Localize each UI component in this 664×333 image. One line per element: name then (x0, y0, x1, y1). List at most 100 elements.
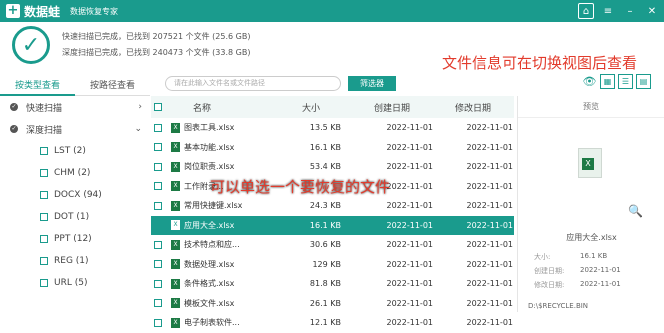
table-row[interactable]: X 技术特点和应... 30.6 KB 2022-11-01 2022-11-01 (151, 235, 514, 255)
file-name: 岗位职责.xlsx (184, 162, 235, 172)
excel-file-icon: X (171, 317, 180, 328)
checkbox[interactable] (40, 191, 48, 199)
detail-view-icon[interactable]: ▤ (636, 74, 651, 89)
col-name[interactable]: 名称 (171, 101, 281, 114)
file-name: 应用大全.xlsx (184, 220, 235, 230)
view-tabs: 按类型查看 按路径查看 (0, 78, 150, 96)
file-size: 129 KB (312, 259, 341, 269)
excel-file-icon: X (171, 220, 180, 231)
col-modified[interactable]: 修改日期 (433, 101, 513, 114)
file-name: 数据处理.xlsx (184, 259, 235, 269)
tree-item-ppt[interactable]: PPT (12) (0, 228, 150, 250)
tab-by-type[interactable]: 按类型查看 (0, 78, 75, 96)
tab-by-path[interactable]: 按路径查看 (75, 78, 150, 96)
zoom-icon[interactable]: 🔍 (628, 204, 643, 218)
modified-date: 2022-11-01 (466, 279, 514, 289)
chevron-right-icon[interactable]: › (138, 102, 142, 112)
modified-date: 2022-11-01 (466, 162, 514, 172)
created-date: 2022-11-01 (386, 298, 434, 308)
checkbox[interactable] (40, 147, 48, 155)
row-checkbox[interactable] (154, 260, 162, 269)
tree-item-dot[interactable]: DOT (1) (0, 206, 150, 228)
eye-icon[interactable]: 👁 (582, 74, 597, 89)
col-created[interactable]: 创建日期 (351, 101, 433, 114)
excel-file-icon: X (171, 200, 180, 211)
excel-file-icon: X (171, 142, 180, 153)
created-date: 2022-11-01 (386, 142, 434, 152)
row-checkbox[interactable] (154, 299, 162, 308)
title-bar: + 数据蛙 数据恢复专家 ⌂ ≡ – ✕ (0, 0, 664, 22)
created-date: 2022-11-01 (386, 123, 434, 133)
row-checkbox[interactable] (154, 318, 162, 327)
table-header: 名称 大小 创建日期 修改日期 (151, 96, 514, 118)
list-view-icon[interactable]: ☰ (618, 74, 633, 89)
tree-item-deep-scan[interactable]: ✓ 深度扫描 ⌄ (0, 118, 150, 140)
file-size: 13.5 KB (309, 123, 341, 133)
minimize-icon[interactable]: – (622, 3, 638, 19)
filter-button[interactable]: 筛选器 (348, 76, 396, 91)
table-row[interactable]: X 数据处理.xlsx 129 KB 2022-11-01 2022-11-01 (151, 255, 514, 275)
row-checkbox[interactable] (154, 201, 162, 210)
table-row[interactable]: X 应用大全.xlsx 16.1 KB 2022-11-01 2022-11-01 (151, 215, 514, 235)
created-date: 2022-11-01 (386, 220, 434, 230)
file-size: 16.1 KB (309, 142, 341, 152)
row-checkbox[interactable] (154, 143, 162, 152)
row-checkbox[interactable] (154, 240, 162, 249)
col-size[interactable]: 大小 (281, 101, 351, 114)
preview-created: 创建日期: 2022-11-01 (534, 266, 621, 275)
excel-file-icon: X (171, 278, 180, 289)
table-row[interactable]: X 图表工具.xlsx 13.5 KB 2022-11-01 2022-11-01 (151, 118, 514, 138)
row-checkbox[interactable] (154, 279, 162, 288)
home-icon[interactable]: ⌂ (578, 3, 594, 19)
excel-file-icon: X (171, 239, 180, 250)
select-all-checkbox[interactable] (154, 103, 162, 111)
row-checkbox[interactable] (154, 162, 162, 171)
table-row[interactable]: X 条件格式.xlsx 81.8 KB 2022-11-01 2022-11-01 (151, 274, 514, 294)
annotation-view-info: 文件信息可在切换视图后查看 (442, 54, 638, 72)
modified-date: 2022-11-01 (466, 259, 514, 269)
search-input[interactable]: 请在此输入文件名或文件路径 (165, 76, 341, 91)
modified-date: 2022-11-01 (466, 220, 514, 230)
file-size: 53.4 KB (309, 162, 341, 172)
file-name: 条件格式.xlsx (184, 279, 235, 289)
row-checkbox[interactable] (154, 221, 162, 230)
close-icon[interactable]: ✕ (644, 3, 660, 19)
checkbox[interactable] (40, 257, 48, 265)
tree-item-url[interactable]: URL (5) (0, 272, 150, 294)
tree-item-reg[interactable]: REG (1) (0, 250, 150, 272)
expand-dot-icon[interactable]: ✓ (10, 103, 18, 111)
table-row[interactable]: X 岗位职责.xlsx 53.4 KB 2022-11-01 2022-11-01 (151, 157, 514, 177)
modified-date: 2022-11-01 (466, 240, 514, 250)
checkbox[interactable] (40, 235, 48, 243)
preview-filename: 应用大全.xlsx (566, 233, 617, 242)
chevron-down-icon[interactable]: ⌄ (134, 124, 142, 134)
modified-date: 2022-11-01 (466, 181, 514, 191)
checkbox[interactable] (40, 169, 48, 177)
quick-scan-status: 快速扫描已完成，已找到 207521 个文件 (25.6 GB) (62, 32, 251, 41)
file-name: 基本功能.xlsx (184, 142, 235, 152)
menu-icon[interactable]: ≡ (600, 3, 616, 19)
expand-dot-icon[interactable]: ✓ (10, 125, 18, 133)
tree-item-quick-scan[interactable]: ✓ 快速扫描 › (0, 96, 150, 118)
preview-size: 大小: 16.1 KB (534, 252, 608, 261)
tree-item-lst[interactable]: LST (2) (0, 140, 150, 162)
row-checkbox[interactable] (154, 182, 162, 191)
file-size: 24.3 KB (309, 201, 341, 211)
app-subtitle: 数据恢复专家 (70, 6, 119, 16)
table-row[interactable]: X 常用快捷键.xlsx 24.3 KB 2022-11-01 2022-11-01 (151, 196, 514, 216)
table-row[interactable]: X 电子制表软件... 12.1 KB 2022-11-01 2022-11-01 (151, 313, 514, 333)
tree-item-docx[interactable]: DOCX (94) (0, 184, 150, 206)
app-name: 数据蛙 (24, 4, 61, 19)
annotation-single-select: 可以单选一个要恢复的文件 (210, 178, 391, 196)
file-size: 30.6 KB (309, 240, 341, 250)
checkbox[interactable] (40, 279, 48, 287)
row-checkbox[interactable] (154, 123, 162, 132)
view-switcher: 👁 ▦ ☰ ▤ (582, 74, 651, 89)
table-row[interactable]: X 模板文件.xlsx 26.1 KB 2022-11-01 2022-11-01 (151, 294, 514, 314)
grid-view-icon[interactable]: ▦ (600, 74, 615, 89)
tree-item-chm[interactable]: CHM (2) (0, 162, 150, 184)
excel-file-icon: X (171, 298, 180, 309)
file-name: 常用快捷键.xlsx (184, 201, 243, 211)
checkbox[interactable] (40, 213, 48, 221)
table-row[interactable]: X 基本功能.xlsx 16.1 KB 2022-11-01 2022-11-01 (151, 138, 514, 158)
